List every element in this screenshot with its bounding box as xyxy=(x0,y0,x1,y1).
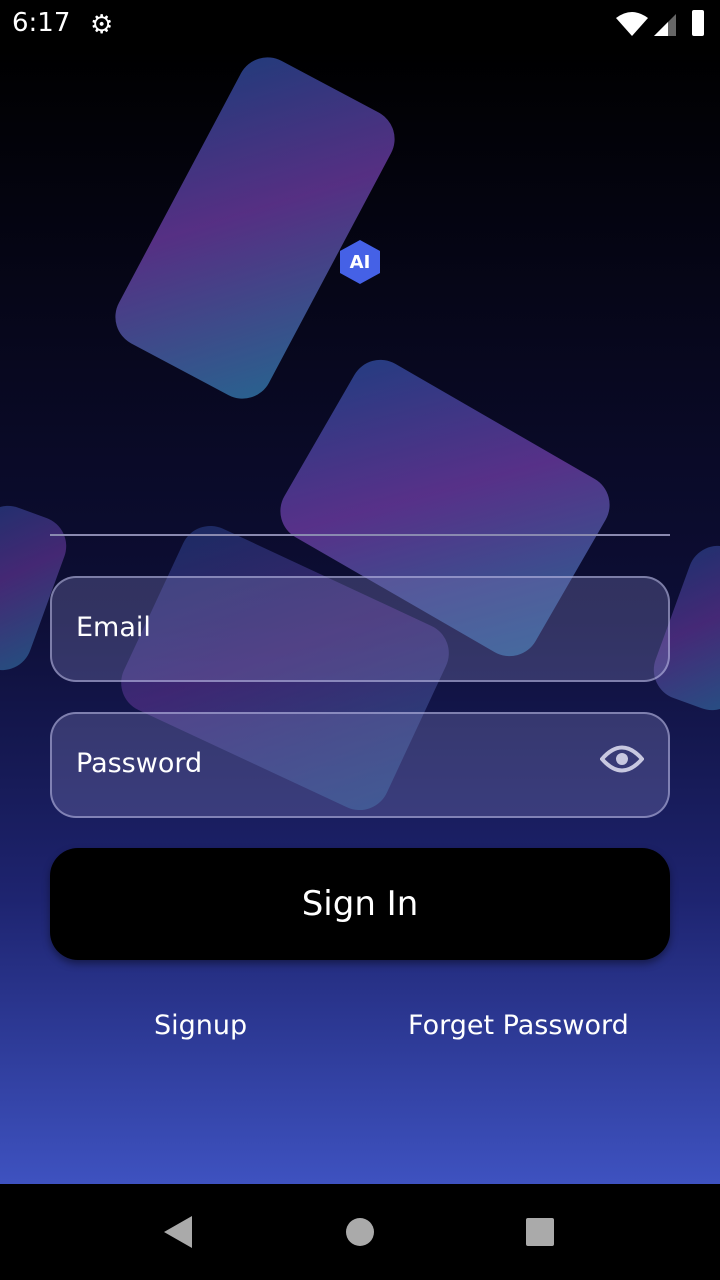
status-time: 6:17 xyxy=(12,8,71,38)
email-input[interactable]: Email xyxy=(50,576,670,682)
battery-icon xyxy=(692,10,704,36)
status-bar: 6:17 ⚙ xyxy=(0,0,720,48)
home-icon[interactable] xyxy=(346,1218,374,1246)
signup-link[interactable]: Signup xyxy=(154,1010,247,1041)
eye-icon[interactable] xyxy=(600,744,644,774)
ai-logo: AI xyxy=(340,240,380,284)
recents-icon[interactable] xyxy=(526,1218,554,1246)
password-input[interactable]: Password xyxy=(50,712,670,818)
forget-password-link[interactable]: Forget Password xyxy=(408,1010,629,1041)
password-placeholder: Password xyxy=(76,748,203,779)
login-screen: AI Email Password Sign In Signup Forget … xyxy=(0,48,720,1184)
navigation-bar xyxy=(0,1184,720,1280)
wifi-icon xyxy=(616,12,648,36)
divider xyxy=(50,534,670,536)
back-icon[interactable] xyxy=(164,1216,194,1248)
sign-in-button[interactable]: Sign In xyxy=(50,848,670,960)
settings-gear-icon: ⚙ xyxy=(90,10,114,40)
email-placeholder: Email xyxy=(76,612,151,643)
background-shape xyxy=(104,48,406,410)
signal-icon xyxy=(654,14,676,36)
